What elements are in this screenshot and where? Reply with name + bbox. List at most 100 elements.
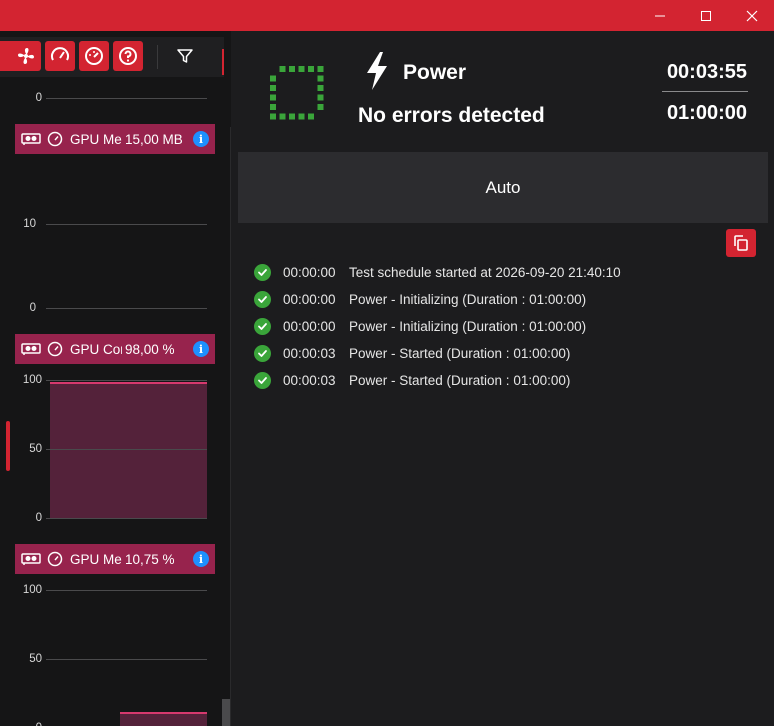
title-bar xyxy=(0,0,774,31)
status-square xyxy=(289,113,295,120)
time-separator xyxy=(662,91,748,92)
log-time: 00:00:03 xyxy=(283,346,336,361)
filter-icon xyxy=(177,49,193,63)
toolbar-separator xyxy=(157,45,158,69)
log-message: Test schedule started at 2026-09-20 21:4… xyxy=(349,265,621,280)
test-panel: Power No errors detected 00:03:55 01:00:… xyxy=(238,31,774,726)
info-icon[interactable]: i xyxy=(193,131,209,147)
maximize-button[interactable] xyxy=(683,0,729,31)
log-time: 00:00:00 xyxy=(283,292,336,307)
sensor-graph-header[interactable]: GPU Men 10,75 % i xyxy=(15,544,215,574)
total-duration: 01:00:00 xyxy=(666,102,747,124)
sensor-value: 98,00 % xyxy=(125,341,175,357)
status-square xyxy=(317,104,324,110)
grid-line xyxy=(46,224,207,225)
sensor-value: 15,00 MB xyxy=(125,131,183,147)
sensor-graph-header[interactable]: GPU Core 98,00 % i xyxy=(15,334,215,364)
copy-icon xyxy=(734,235,748,251)
status-square xyxy=(308,66,314,72)
axis-tick-label: 50 xyxy=(29,443,42,455)
axis-tick-label: 10 xyxy=(23,218,36,230)
axis-tick-label: 0 xyxy=(35,512,42,524)
status-square xyxy=(279,113,286,120)
gauge-icon xyxy=(47,341,63,357)
fan-icon xyxy=(18,48,34,64)
log-message: Power - Started (Duration : 01:00:00) xyxy=(349,346,571,361)
grid-line xyxy=(46,449,207,450)
axis-tick-label: 0 xyxy=(29,302,36,314)
status-square xyxy=(270,75,276,82)
grid-line xyxy=(46,659,207,660)
status-square xyxy=(270,94,276,101)
scroll-position-indicator xyxy=(6,421,10,471)
status-square xyxy=(298,113,305,120)
gauge-icon xyxy=(47,131,63,147)
test-status-text: No errors detected xyxy=(358,104,545,127)
status-square xyxy=(317,75,324,82)
status-square xyxy=(317,66,324,72)
test-log: 00:00:00 Test schedule started at 2026-09… xyxy=(254,259,764,394)
filter-button[interactable] xyxy=(170,41,200,71)
minimize-button[interactable] xyxy=(637,0,683,31)
log-entry: 00:00:00 Power - Initializing (Duration :… xyxy=(254,286,764,313)
chart-series-line xyxy=(50,381,207,384)
gauge-button[interactable] xyxy=(45,41,75,71)
log-entry: 00:00:03 Power - Started (Duration : 01:0… xyxy=(254,367,764,394)
log-time: 00:00:00 xyxy=(283,319,336,334)
panel-divider xyxy=(230,127,231,726)
status-square xyxy=(317,85,324,91)
axis-tick-label: 100 xyxy=(22,374,42,386)
sensor-graph-header[interactable]: GPU Me 15,00 MB i xyxy=(15,124,215,154)
gauge-icon xyxy=(51,47,69,61)
sensor-value: 10,75 % xyxy=(125,551,175,567)
success-check-icon xyxy=(254,291,271,308)
grid-line xyxy=(46,518,207,519)
chart-area-fill xyxy=(120,713,207,726)
status-square xyxy=(308,113,314,120)
grid-line xyxy=(46,308,207,309)
log-time: 00:00:00 xyxy=(283,265,336,280)
log-entry: 00:00:00 Power - Initializing (Duration :… xyxy=(254,313,764,340)
log-message: Power - Initializing (Duration : 01:00:0… xyxy=(349,292,587,307)
sensor-name: GPU Me xyxy=(70,131,122,147)
grid-line xyxy=(46,590,207,591)
log-entry: 00:00:00 Test schedule started at 2026-09… xyxy=(254,259,764,286)
close-icon xyxy=(746,10,758,21)
chart-area-fill xyxy=(50,382,207,518)
sensor-name: GPU Core xyxy=(70,341,122,357)
success-check-icon xyxy=(254,345,271,362)
test-status-icon xyxy=(270,66,324,120)
status-square xyxy=(317,94,324,101)
success-check-icon xyxy=(254,372,271,389)
success-check-icon xyxy=(254,264,271,281)
grid-line xyxy=(46,98,207,99)
status-square xyxy=(270,85,276,91)
log-message: Power - Started (Duration : 01:00:00) xyxy=(349,373,571,388)
sensor-toolbar xyxy=(0,37,224,77)
fan-button[interactable] xyxy=(11,41,41,71)
chart-series-line xyxy=(120,712,207,715)
axis-tick-label: 100 xyxy=(22,584,42,596)
sensor-name: GPU Men xyxy=(70,551,122,567)
elapsed-time: 00:03:55 xyxy=(666,61,747,83)
gpu-card-icon xyxy=(21,553,41,565)
gpu-card-icon xyxy=(21,133,41,145)
status-square xyxy=(289,66,295,72)
log-entry: 00:00:03 Power - Started (Duration : 01:0… xyxy=(254,340,764,367)
minimize-icon xyxy=(655,15,665,16)
status-square xyxy=(270,104,276,110)
power-bolt-icon xyxy=(367,52,387,90)
info-icon[interactable]: i xyxy=(193,551,209,567)
sensor-panel-scrollbar[interactable] xyxy=(222,699,230,726)
copy-log-button[interactable] xyxy=(726,229,756,257)
close-button[interactable] xyxy=(729,0,774,31)
status-square xyxy=(279,66,286,72)
speedometer-button[interactable] xyxy=(79,41,109,71)
maximize-icon xyxy=(701,10,711,21)
log-time: 00:00:03 xyxy=(283,373,336,388)
info-icon[interactable]: i xyxy=(193,341,209,357)
test-mode-button[interactable]: Auto xyxy=(238,152,768,223)
status-square xyxy=(270,113,276,120)
gpu-card-icon xyxy=(21,343,41,355)
help-button[interactable] xyxy=(113,41,143,71)
